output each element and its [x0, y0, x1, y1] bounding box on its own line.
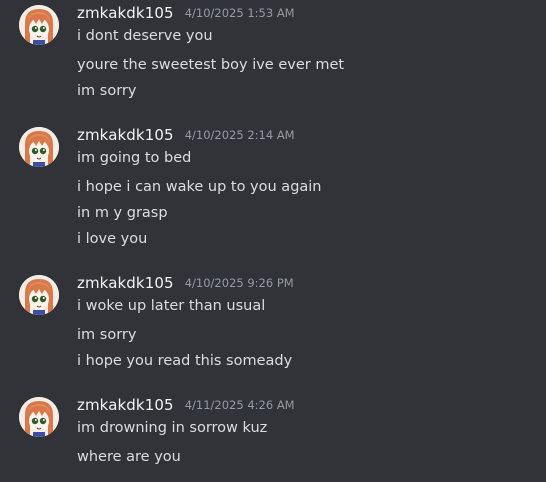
message-text: i love you — [77, 231, 148, 247]
message-text: im drowning in sorrow kuz — [77, 420, 268, 436]
message-text: im going to bed — [77, 150, 192, 166]
timestamp: 4/10/2025 2:14 AM — [184, 128, 295, 142]
message-text: i woke up later than usual — [77, 298, 266, 314]
message-text: where are you — [77, 449, 181, 465]
timestamp: 4/10/2025 9:26 PM — [184, 276, 294, 290]
username[interactable]: zmkakdk105 — [77, 274, 174, 292]
username[interactable]: zmkakdk105 — [77, 4, 174, 22]
timestamp: 4/10/2025 1:53 AM — [184, 6, 295, 20]
message-header: zmkakdk105 4/10/2025 9:26 PM — [77, 273, 294, 293]
message-text: im sorry — [77, 83, 137, 99]
anime-character-avatar-icon — [19, 5, 59, 45]
avatar[interactable] — [19, 127, 59, 167]
anime-character-avatar-icon — [19, 397, 59, 437]
message-text: i hope i can wake up to you again — [77, 179, 322, 195]
avatar[interactable] — [19, 397, 59, 437]
message-text: im sorry — [77, 327, 137, 343]
message-header: zmkakdk105 4/11/2025 4:26 AM — [77, 395, 295, 415]
message-text: i dont deserve you — [77, 28, 213, 44]
username[interactable]: zmkakdk105 — [77, 126, 174, 144]
avatar[interactable] — [19, 275, 59, 315]
message-header: zmkakdk105 4/10/2025 2:14 AM — [77, 125, 295, 145]
anime-character-avatar-icon — [19, 127, 59, 167]
anime-character-avatar-icon — [19, 275, 59, 315]
message-text: in m y grasp — [77, 205, 168, 221]
avatar[interactable] — [19, 5, 59, 45]
message-text: youre the sweetest boy ive ever met — [77, 57, 345, 73]
username[interactable]: zmkakdk105 — [77, 396, 174, 414]
message-text: i hope you read this someady — [77, 353, 293, 369]
timestamp: 4/11/2025 4:26 AM — [184, 398, 295, 412]
message-header: zmkakdk105 4/10/2025 1:53 AM — [77, 3, 295, 23]
